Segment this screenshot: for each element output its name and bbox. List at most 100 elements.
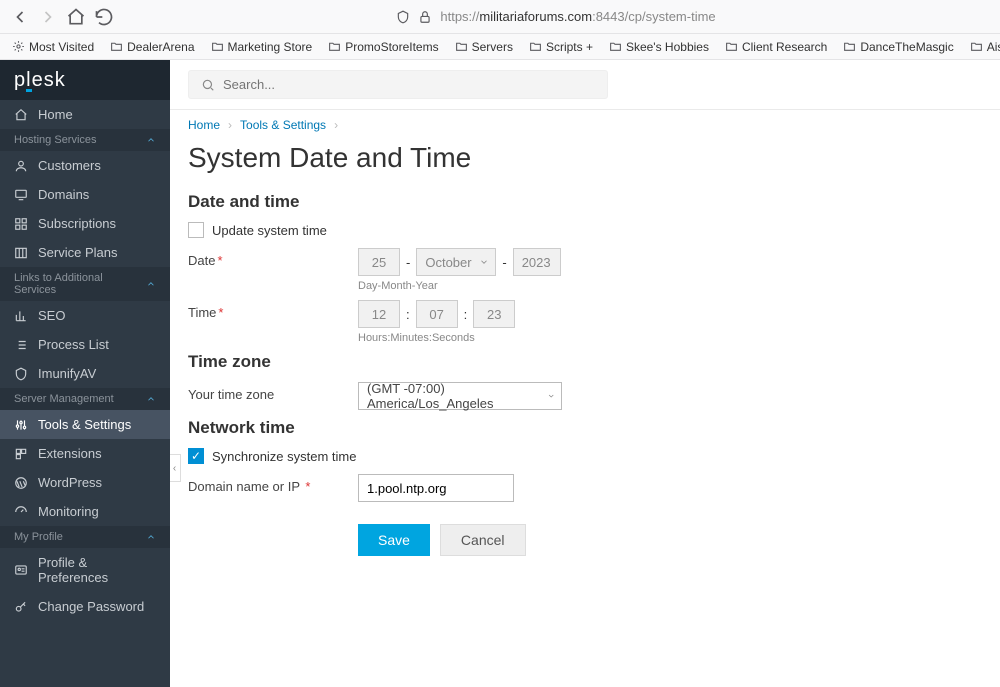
sidebar-item-label: Extensions <box>38 446 102 461</box>
section-timezone: Time zone <box>188 352 982 372</box>
date-day-input[interactable]: 25 <box>358 248 400 276</box>
url-text: https://militariaforums.com:8443/cp/syst… <box>440 9 715 24</box>
sidebar-section-links[interactable]: Links to Additional Services <box>0 267 170 301</box>
sidebar-item-label: ImunifyAV <box>38 366 96 381</box>
bookmark-label: DealerArena <box>127 40 194 54</box>
main-content: ‹ Home › Tools & Settings › System Date … <box>170 60 1000 687</box>
timezone-select[interactable]: (GMT -07:00) America/Los_Angeles <box>358 382 562 410</box>
sidebar-extensions[interactable]: Extensions <box>0 439 170 468</box>
sidebar-serviceplans[interactable]: Service Plans <box>0 238 170 267</box>
page-title: System Date and Time <box>188 142 982 174</box>
sidebar: plesk Home Hosting Services Customers Do… <box>0 60 170 687</box>
save-button[interactable]: Save <box>358 524 430 556</box>
sidebar-item-label: Profile & Preferences <box>38 555 156 585</box>
checkbox-icon[interactable] <box>188 448 204 464</box>
search-box[interactable] <box>188 70 608 99</box>
search-input[interactable] <box>223 77 595 92</box>
sidebar-tools[interactable]: Tools & Settings <box>0 410 170 439</box>
sidebar-monitoring[interactable]: Monitoring <box>0 497 170 526</box>
chevron-right-icon: › <box>334 118 338 132</box>
breadcrumb-tools[interactable]: Tools & Settings <box>240 118 326 132</box>
home-button[interactable] <box>66 7 86 27</box>
sidebar-wordpress[interactable]: WordPress <box>0 468 170 497</box>
bookmark-item[interactable]: PromoStoreItems <box>322 38 444 56</box>
date-hint: Day-Month-Year <box>358 280 982 292</box>
address-bar[interactable]: https://militariaforums.com:8443/cp/syst… <box>386 6 725 27</box>
bookmark-label: Most Visited <box>29 40 94 54</box>
chevron-right-icon: › <box>228 118 232 132</box>
columns-icon <box>14 246 28 260</box>
cancel-button[interactable]: Cancel <box>440 524 526 556</box>
domain-ip-input[interactable] <box>358 474 514 502</box>
time-hours-input[interactable]: 12 <box>358 300 400 328</box>
sidebar-password[interactable]: Change Password <box>0 592 170 621</box>
sidebar-subscriptions[interactable]: Subscriptions <box>0 209 170 238</box>
domain-label: Domain name or IP * <box>188 474 358 494</box>
bookmark-label: DanceTheMasgic <box>860 40 953 54</box>
sidebar-home[interactable]: Home <box>0 100 170 129</box>
list-icon <box>14 338 28 352</box>
sidebar-item-label: SEO <box>38 308 65 323</box>
sidebar-domains[interactable]: Domains <box>0 180 170 209</box>
puzzle-icon <box>14 447 28 461</box>
bookmark-item[interactable]: Client Research <box>719 38 833 56</box>
update-system-time-checkbox[interactable]: Update system time <box>188 222 982 238</box>
collapse-sidebar-handle[interactable]: ‹ <box>170 454 181 482</box>
gauge-icon <box>14 505 28 519</box>
sync-system-time-checkbox[interactable]: Synchronize system time <box>188 448 982 464</box>
time-seconds-input[interactable]: 23 <box>473 300 515 328</box>
bookmark-item[interactable]: Most Visited <box>6 38 100 56</box>
bookmark-label: Marketing Store <box>228 40 313 54</box>
id-icon <box>14 563 28 577</box>
sidebar-profile[interactable]: Profile & Preferences <box>0 548 170 592</box>
checkbox-icon[interactable] <box>188 222 204 238</box>
sidebar-seo[interactable]: SEO <box>0 301 170 330</box>
date-month-select[interactable]: October <box>416 248 496 276</box>
sidebar-item-label: Change Password <box>38 599 144 614</box>
sidebar-customers[interactable]: Customers <box>0 151 170 180</box>
tz-label: Your time zone <box>188 382 358 402</box>
logo[interactable]: plesk <box>0 60 170 100</box>
breadcrumb-home[interactable]: Home <box>188 118 220 132</box>
forward-button[interactable] <box>38 7 58 27</box>
bookmark-item[interactable]: DealerArena <box>104 38 200 56</box>
sidebar-processlist[interactable]: Process List <box>0 330 170 359</box>
back-button[interactable] <box>10 7 30 27</box>
bookmark-item[interactable]: Skee's Hobbies <box>603 38 715 56</box>
date-label: Date* <box>188 248 358 268</box>
sidebar-item-label: Process List <box>38 337 109 352</box>
bookmark-bar: Most Visited DealerArena Marketing Store Pr… <box>0 34 1000 60</box>
shield-icon <box>396 10 410 24</box>
sidebar-section-server[interactable]: Server Management <box>0 388 170 410</box>
checkbox-label: Synchronize system time <box>212 449 357 464</box>
chevron-up-icon <box>146 279 156 289</box>
bookmark-item[interactable]: Servers <box>449 38 519 56</box>
reload-button[interactable] <box>94 7 114 27</box>
checkbox-label: Update system time <box>212 223 327 238</box>
bookmark-item[interactable]: Aisin Website <box>964 38 1000 56</box>
sidebar-item-label: Monitoring <box>38 504 99 519</box>
lock-icon <box>418 10 432 24</box>
sidebar-section-hosting[interactable]: Hosting Services <box>0 129 170 151</box>
time-label: Time* <box>188 300 358 320</box>
bookmark-item[interactable]: DanceTheMasgic <box>837 38 959 56</box>
key-icon <box>14 600 28 614</box>
time-hint: Hours:Minutes:Seconds <box>358 332 982 344</box>
home-icon <box>14 108 28 122</box>
bookmark-label: Skee's Hobbies <box>626 40 709 54</box>
bookmark-item[interactable]: Marketing Store <box>205 38 319 56</box>
date-year-input[interactable]: 2023 <box>513 248 561 276</box>
chevron-up-icon <box>146 135 156 145</box>
grid-icon <box>14 217 28 231</box>
bookmark-item[interactable]: Scripts + <box>523 38 599 56</box>
chevron-up-icon <box>146 394 156 404</box>
sidebar-imunify[interactable]: ImunifyAV <box>0 359 170 388</box>
bookmark-label: Scripts + <box>546 40 593 54</box>
bookmark-label: PromoStoreItems <box>345 40 438 54</box>
sidebar-section-profile[interactable]: My Profile <box>0 526 170 548</box>
time-minutes-input[interactable]: 07 <box>416 300 458 328</box>
sidebar-item-label: Home <box>38 107 73 122</box>
bookmark-label: Client Research <box>742 40 827 54</box>
sidebar-item-label: Tools & Settings <box>38 417 131 432</box>
wordpress-icon <box>14 476 28 490</box>
